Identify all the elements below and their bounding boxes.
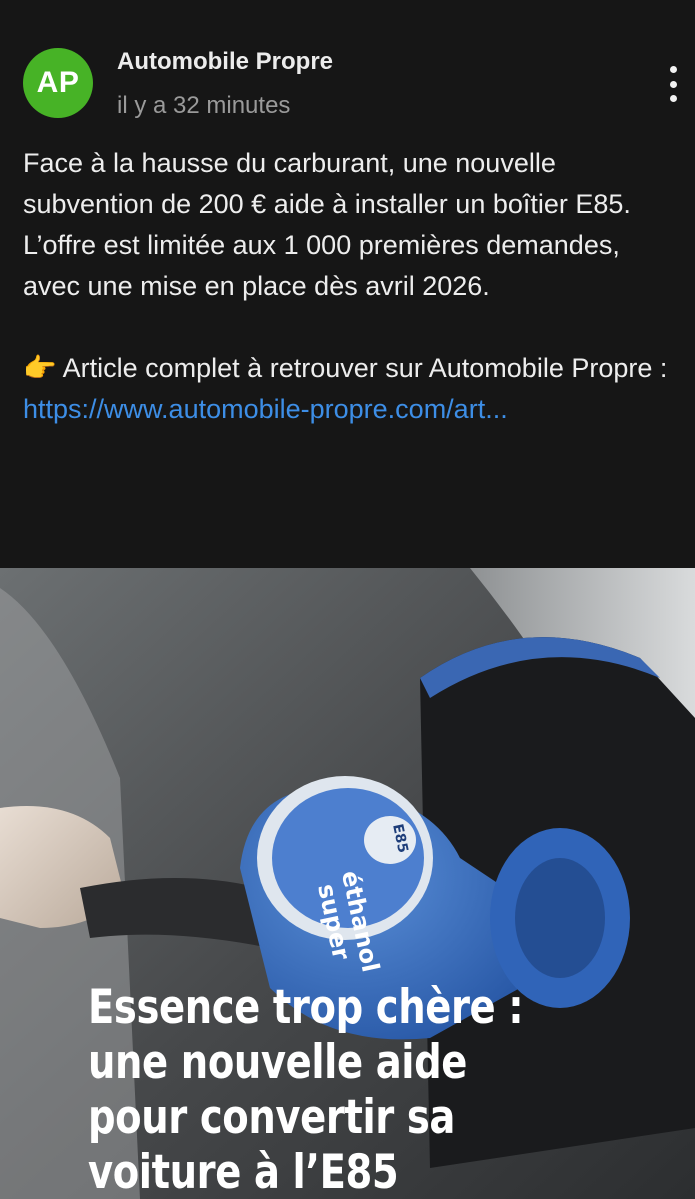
more-dot bbox=[669, 95, 677, 102]
more-dot bbox=[669, 80, 677, 88]
post-paragraph-2: L’offre est limitée aux 1 000 premières … bbox=[23, 230, 620, 301]
cta-text: Article complet à retrouver sur Automobi… bbox=[62, 353, 668, 383]
pointing-hand-icon: 👉 bbox=[23, 353, 57, 383]
avatar[interactable]: AP bbox=[23, 48, 93, 118]
feed-post: AP Automobile Propre il y a 32 minutes F… bbox=[0, 0, 695, 1199]
more-options-icon[interactable] bbox=[667, 66, 679, 102]
headline-line: pour convertir sa bbox=[88, 1090, 455, 1145]
headline-line: Essence trop chère : bbox=[88, 980, 524, 1035]
image-headline: Essence trop chère : une nouvelle aide p… bbox=[88, 980, 524, 1199]
headline-line: voiture à l’E85 bbox=[88, 1145, 399, 1199]
author-name[interactable]: Automobile Propre bbox=[117, 48, 333, 76]
headline-line: une nouvelle aide bbox=[88, 1035, 468, 1090]
post-timestamp: il y a 32 minutes bbox=[117, 92, 291, 119]
post-header: AP Automobile Propre il y a 32 minutes bbox=[23, 48, 695, 128]
post-image[interactable]: super éthanol E85 Essence trop chère : u… bbox=[0, 568, 695, 1199]
article-link[interactable]: https://www.automobile-propre.com/art... bbox=[23, 394, 508, 424]
post-cta: 👉 Article complet à retrouver sur Automob… bbox=[23, 348, 673, 389]
more-dot bbox=[669, 66, 677, 73]
post-paragraph-1: Face à la hausse du carburant, une nouve… bbox=[23, 148, 631, 219]
post-body: Face à la hausse du carburant, une nouve… bbox=[23, 143, 673, 430]
avatar-initials: AP bbox=[36, 66, 80, 99]
